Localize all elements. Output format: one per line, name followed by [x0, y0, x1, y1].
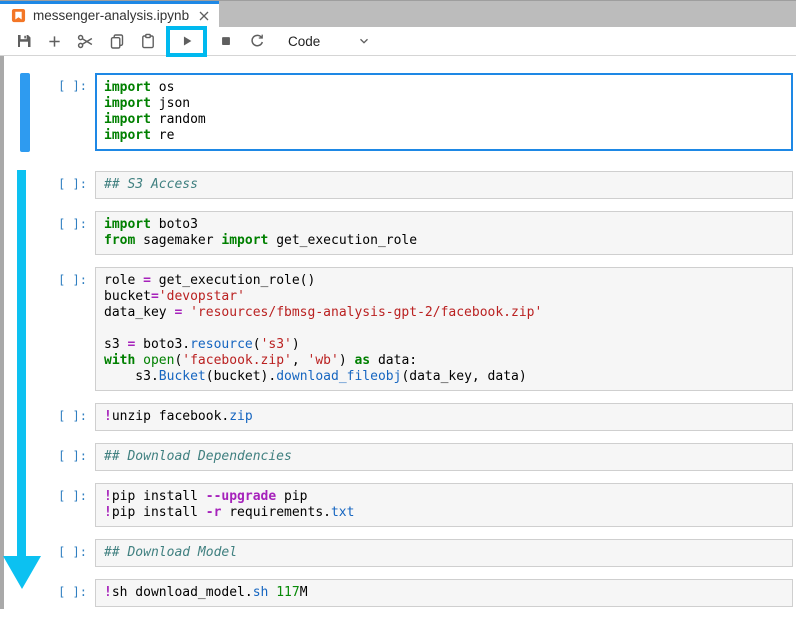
cell-editor[interactable]: ## Download Dependencies	[95, 443, 793, 471]
notebook-file-icon	[11, 8, 26, 23]
scroll-annotation-arrow-shaft	[17, 170, 26, 557]
code-line: from sagemaker import get_execution_role	[104, 233, 784, 249]
notebook-cell: [ ]:!sh download_model.sh 117M	[0, 579, 793, 607]
notebook-cell: [ ]:## Download Model	[0, 539, 793, 567]
copy-icon	[109, 33, 125, 49]
save-button[interactable]	[8, 27, 39, 55]
code-line: s3.Bucket(bucket).download_fileobj(data_…	[104, 369, 784, 385]
code-line: !sh download_model.sh 117M	[104, 585, 784, 601]
cell-prompt: [ ]:	[0, 267, 95, 391]
cell-editor[interactable]: !sh download_model.sh 117M	[95, 579, 793, 607]
cell-prompt: [ ]:	[0, 483, 95, 527]
paste-icon	[140, 33, 156, 49]
restart-kernel-button[interactable]	[241, 27, 272, 55]
cell-type-dropdown[interactable]: Code	[288, 34, 320, 49]
cell-prompt: [ ]:	[0, 211, 95, 255]
cell-prompt: [ ]:	[0, 403, 95, 431]
cell-prompt: [ ]:	[0, 171, 95, 199]
tab-messenger-analysis[interactable]: messenger-analysis.ipynb	[0, 1, 219, 27]
tab-title: messenger-analysis.ipynb	[33, 8, 189, 23]
run-highlight-box	[166, 26, 207, 57]
code-line: !unzip facebook.zip	[104, 409, 784, 425]
plus-icon	[47, 34, 62, 49]
code-line: role = get_execution_role()	[104, 273, 784, 289]
selected-cell-bar	[20, 73, 30, 152]
cell-editor[interactable]: !unzip facebook.zip	[95, 403, 793, 431]
cell-editor[interactable]: ## S3 Access	[95, 171, 793, 199]
notebook-cell: [ ]: ## Download Dependencies	[0, 443, 793, 471]
stop-icon	[219, 34, 233, 48]
code-line: import json	[104, 96, 784, 112]
code-line: import os	[104, 80, 784, 96]
notebook-cell: [ ]:role = get_execution_role()bucket='d…	[0, 267, 793, 391]
cell-editor[interactable]: import boto3from sagemaker import get_ex…	[95, 211, 793, 255]
code-line: data_key = 'resources/fbmsg-analysis-gpt…	[104, 305, 784, 321]
notebook-cell: [ ]:import boto3from sagemaker import ge…	[0, 211, 793, 255]
code-line: import boto3	[104, 217, 784, 233]
code-line: ## Download Dependencies	[104, 449, 784, 465]
code-line: import re	[104, 128, 784, 144]
chevron-down-icon[interactable]	[357, 34, 371, 48]
restart-icon	[249, 33, 265, 49]
copy-button[interactable]	[101, 27, 132, 55]
notebook-cell: [ ]:import osimport jsonimport randomimp…	[0, 73, 793, 151]
cell-editor[interactable]: !pip install --upgrade pip!pip install -…	[95, 483, 793, 527]
cell-prompt: [ ]:	[0, 443, 95, 471]
tab-bar: messenger-analysis.ipynb	[0, 0, 796, 27]
paste-button[interactable]	[132, 27, 163, 55]
notebook-cell: [ ]: !unzip facebook.zip	[0, 403, 793, 431]
code-line	[104, 321, 784, 337]
cut-button[interactable]	[70, 27, 101, 55]
cell-editor[interactable]: ## Download Model	[95, 539, 793, 567]
notebook-cell: [ ]:!pip install --upgrade pip!pip insta…	[0, 483, 793, 527]
code-line: with open('facebook.zip', 'wb') as data:	[104, 353, 784, 369]
notebook-toolbar: Code	[0, 27, 796, 56]
cell-editor[interactable]: role = get_execution_role()bucket='devop…	[95, 267, 793, 391]
run-button[interactable]	[180, 34, 194, 48]
code-line: s3 = boto3.resource('s3')	[104, 337, 784, 353]
notebook-cell: [ ]: ## S3 Access	[0, 171, 793, 199]
close-icon[interactable]	[196, 8, 212, 24]
code-line: !pip install -r requirements.txt	[104, 505, 784, 521]
play-icon	[180, 34, 194, 48]
stop-button[interactable]	[210, 27, 241, 55]
cells: [ ]:import osimport jsonimport randomimp…	[0, 57, 796, 619]
add-cell-button[interactable]	[39, 27, 70, 55]
code-line: bucket='devopstar'	[104, 289, 784, 305]
save-icon	[16, 33, 32, 49]
code-line: ## Download Model	[104, 545, 784, 561]
scissors-icon	[77, 33, 94, 50]
code-line: !pip install --upgrade pip	[104, 489, 784, 505]
code-line: ## S3 Access	[104, 177, 784, 193]
scroll-annotation-arrow-head	[3, 556, 41, 589]
cell-prompt: [ ]:	[0, 73, 95, 151]
code-line: import random	[104, 112, 784, 128]
cell-editor[interactable]: import osimport jsonimport randomimport …	[95, 73, 793, 151]
